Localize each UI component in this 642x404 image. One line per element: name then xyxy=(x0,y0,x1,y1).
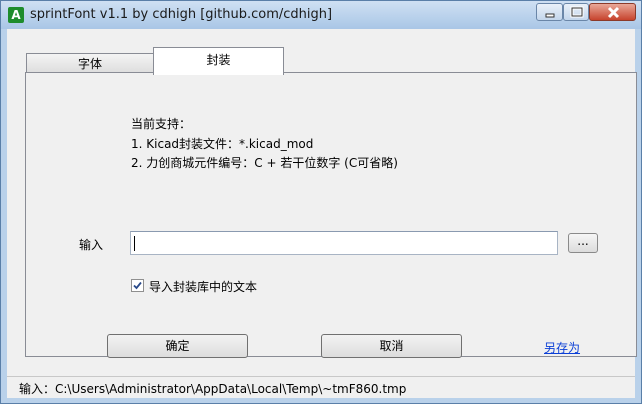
input-label: 输入 xyxy=(79,238,104,252)
checkmark-icon xyxy=(133,281,142,290)
tab-font[interactable]: 字体 xyxy=(26,53,154,74)
close-icon xyxy=(607,6,620,19)
support-lcsc: 2. 力创商城元件编号：C + 若干位数字 (C可省略) xyxy=(131,156,398,170)
text-caret xyxy=(134,236,135,251)
tab-footprint[interactable]: 封装 xyxy=(153,47,284,75)
support-kicad: 1. Kicad封装文件：*.kicad_mod xyxy=(131,137,314,151)
minimize-icon xyxy=(545,13,555,18)
footprint-panel: 当前支持： 1. Kicad封装文件：*.kicad_mod 2. 力创商城元件… xyxy=(25,72,637,358)
maximize-button[interactable] xyxy=(563,3,589,21)
import-text-label[interactable]: 导入封装库中的文本 xyxy=(149,278,257,295)
app-icon: A xyxy=(8,7,24,23)
ok-button[interactable]: 确定 xyxy=(107,334,248,358)
support-heading: 当前支持： xyxy=(131,117,192,131)
client-area: 字体 封装 当前支持： 1. Kicad封装文件：*.kicad_mod 2. … xyxy=(7,29,637,398)
status-bar: 输入：C:\Users\Administrator\AppData\Local\… xyxy=(7,376,635,398)
save-as-link[interactable]: 另存为 xyxy=(544,339,580,356)
status-text: 输入：C:\Users\Administrator\AppData\Local\… xyxy=(19,382,407,396)
cancel-button[interactable]: 取消 xyxy=(321,334,462,358)
title-bar[interactable]: A sprintFont v1.1 by cdhigh [github.com/… xyxy=(1,1,641,29)
import-text-checkbox[interactable] xyxy=(131,279,144,292)
browse-button[interactable]: ... xyxy=(568,233,598,253)
app-window: A sprintFont v1.1 by cdhigh [github.com/… xyxy=(0,0,642,404)
minimize-button[interactable] xyxy=(536,3,563,21)
window-title: sprintFont v1.1 by cdhigh [github.com/cd… xyxy=(30,7,333,22)
close-button[interactable] xyxy=(589,3,636,21)
maximize-icon xyxy=(570,6,584,18)
input-field[interactable] xyxy=(130,231,558,255)
